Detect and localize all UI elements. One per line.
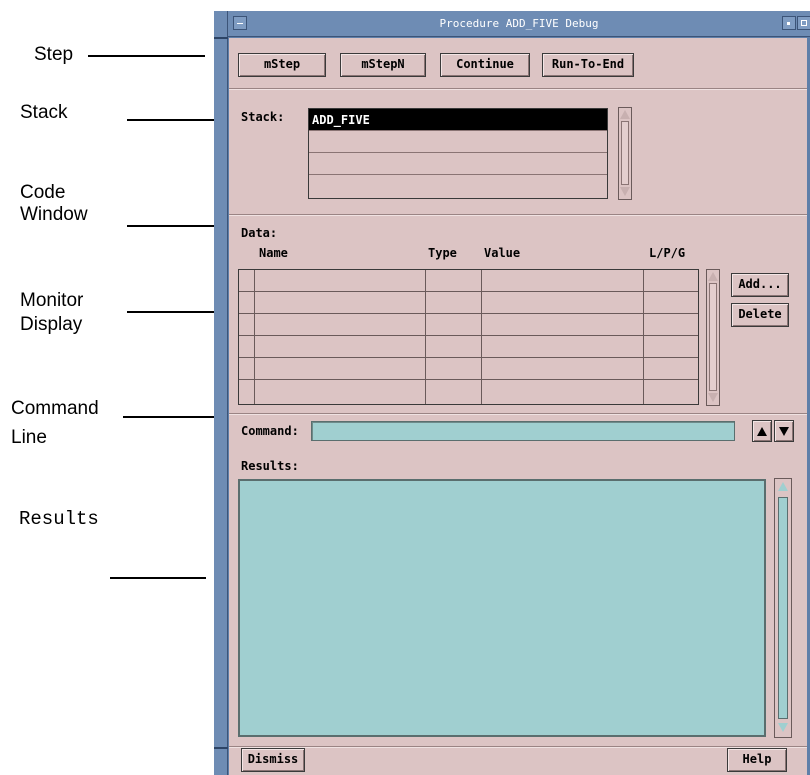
history-up-button[interactable] [752,420,772,442]
annotation-code-window-line1: Code [20,182,66,203]
table-row[interactable] [239,292,698,314]
scroll-down-icon[interactable] [778,723,788,732]
stack-scroll-trough[interactable] [621,121,629,185]
stack-label: Stack: [241,110,285,124]
continue-button[interactable]: Continue [440,53,530,77]
minimize-icon[interactable] [782,16,796,30]
scroll-up-icon[interactable] [708,272,718,281]
help-button[interactable]: Help [727,748,787,772]
annotation-stack: Stack [20,102,68,123]
table-column-divider [481,270,482,404]
scroll-down-icon[interactable] [620,187,630,196]
command-label: Command: [241,424,299,438]
table-column-divider [254,270,255,404]
command-input[interactable] [311,421,735,441]
column-header-value: Value [484,246,521,260]
annotation-code-window-line2: Window [20,204,88,225]
column-header-name: Name [259,246,288,260]
run-to-end-button[interactable]: Run-To-End [542,53,634,77]
maximize-icon[interactable] [797,16,810,30]
annotation-monitor-line2: Display [20,314,83,335]
command-field[interactable] [312,422,734,440]
stack-scrollbar[interactable] [618,107,632,200]
table-row[interactable] [239,358,698,380]
annotation-results: Results [19,508,99,530]
scroll-up-icon[interactable] [778,482,788,491]
results-text [240,481,764,489]
dismiss-button[interactable]: Dismiss [241,748,305,772]
separator [229,214,807,216]
annotation-step-leader [88,55,205,57]
results-scrollbar[interactable] [774,478,792,738]
stack-item[interactable] [309,175,607,197]
annotation-monitor-leader [127,311,214,313]
table-row[interactable] [239,270,698,292]
column-header-type: Type [428,246,457,260]
separator [229,88,807,90]
monitor-scrollbar[interactable] [706,269,720,406]
annotation-command-line1: Command [11,398,99,419]
separator [229,746,807,748]
annotation-monitor-line1: Monitor [20,290,84,311]
stack-item[interactable] [309,153,607,175]
annotation-code-window-leader [127,225,214,227]
stack-item[interactable] [309,131,607,153]
delete-watch-button[interactable]: Delete [731,303,789,327]
window-left-frame[interactable] [214,11,228,775]
table-row[interactable] [239,314,698,336]
debug-window: Procedure ADD_FIVE Debug mStep mStepN Co… [214,11,810,775]
monitor-scroll-trough[interactable] [709,283,717,391]
annotation-command-leader [123,416,214,418]
window-titlebar[interactable]: Procedure ADD_FIVE Debug [228,11,810,37]
annotation-command-line2: Line [11,427,47,448]
add-watch-button[interactable]: Add... [731,273,789,297]
stack-list[interactable]: ADD_FIVE [308,108,608,199]
mstepn-button[interactable]: mStepN [340,53,426,77]
annotation-stack-leader [127,119,214,121]
arrow-down-icon [779,427,789,436]
monitor-table[interactable] [238,269,699,405]
stack-item[interactable]: ADD_FIVE [309,109,607,131]
data-label: Data: [241,226,278,240]
table-row[interactable] [239,380,698,402]
debug-client-area: mStep mStepN Continue Run-To-End Stack: … [229,38,807,775]
table-row[interactable] [239,336,698,358]
results-scroll-trough[interactable] [778,497,788,719]
scroll-up-icon[interactable] [620,110,630,119]
window-title: Procedure ADD_FIVE Debug [439,17,599,30]
results-text-area[interactable] [238,479,766,737]
history-down-button[interactable] [774,420,794,442]
annotation-results-leader [110,577,206,579]
column-header-lpg: L/P/G [649,246,686,260]
annotation-step: Step [34,44,74,65]
mstep-button[interactable]: mStep [238,53,326,77]
arrow-up-icon [757,427,767,436]
separator [229,413,807,415]
scroll-down-icon[interactable] [708,393,718,402]
table-column-divider [643,270,644,404]
table-column-divider [425,270,426,404]
results-label: Results: [241,459,299,473]
